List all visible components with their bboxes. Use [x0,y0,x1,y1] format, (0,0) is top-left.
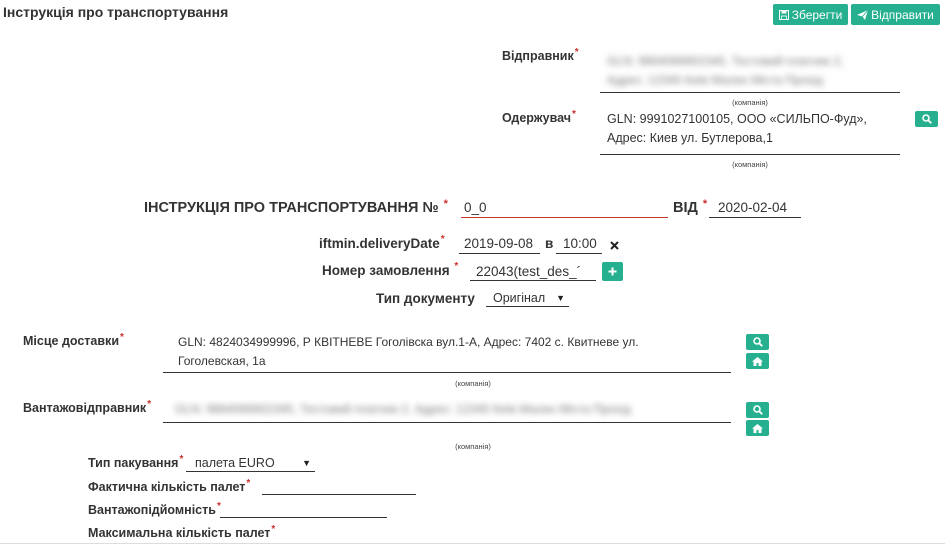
shipper-caption: (компанія) [455,442,491,451]
search-icon [752,405,763,415]
receiver-caption: (компанія) [732,160,768,169]
sender-label: Відправник* [502,47,579,63]
doc-type-value: Оригінал [493,291,546,305]
capacity-label: Вантажопідйомність* [88,501,221,517]
actual-pallets-input[interactable] [262,478,416,495]
add-order-button[interactable] [602,262,623,281]
sender-caption: (компанія) [732,98,768,107]
page-title: Інструкція про транспортування [3,4,229,20]
delivery-place-label: Місце доставки* [23,332,124,348]
delivery-date-label: iftmin.deliveryDate* [319,234,445,251]
doc-type-select[interactable]: Оригінал ▼ [486,289,569,307]
delivery-place-search-button[interactable] [746,334,769,350]
page-bottom-divider [0,543,945,544]
doc-type-label: Тип документу [376,291,475,306]
delivery-place-underline [163,372,731,373]
send-button-label: Відправити [871,7,934,22]
delivery-place-home-button[interactable] [746,353,769,369]
sender-value-line1: GLN: 9864066902345, Тестовий платник 2, [607,54,844,68]
receiver-value-line1: GLN: 9991027100105, ООО «СИЛЬПО-Фуд», [607,112,867,126]
shipper-home-button[interactable] [746,420,769,436]
packaging-label: Тип пакування* [88,454,184,470]
receiver-underline [600,154,900,155]
home-icon [752,423,763,433]
search-icon [752,337,763,347]
receiver-search-button[interactable] [915,111,938,127]
delivery-place-value-line2: Гоголевская, 1а [178,354,266,368]
instruction-date-input[interactable]: 2020-02-04 [709,198,801,218]
chevron-down-icon: ▼ [302,458,311,468]
actual-pallets-label: Фактична кількість палет* [88,478,251,494]
delivery-place-field[interactable]: GLN: 4824034999996, Р КВІТНЕВЕ Гоголівск… [163,333,731,371]
packaging-select[interactable]: палета EURO ▼ [186,454,315,472]
save-button[interactable]: Зберегти [773,4,848,25]
delivery-date-input[interactable]: 2019-09-08 [459,234,540,254]
close-icon [610,241,619,250]
delivery-place-caption: (компанія) [455,379,491,388]
send-button[interactable]: Відправити [851,4,940,25]
home-icon [752,356,763,366]
sender-field[interactable]: GLN: 9864066902345, Тестовий платник 2, … [600,52,900,92]
instruction-date-value: 2020-02-04 [718,200,788,215]
order-number-input[interactable]: 22043(test_des_´ [470,261,596,281]
paper-plane-icon [857,9,869,20]
search-icon [921,114,932,124]
shipper-field[interactable]: GLN: 9864066902345, Тестовий платник 2, … [163,400,731,422]
instruction-number-input[interactable]: 0_0 [461,198,668,218]
delivery-place-value-line1: GLN: 4824034999996, Р КВІТНЕВЕ Гоголівск… [178,335,639,349]
receiver-field[interactable]: GLN: 9991027100105, ООО «СИЛЬПО-Фуд», Ад… [600,110,900,154]
delivery-date-value: 2019-09-08 [464,236,534,251]
order-number-label: Номер замовлення * [322,261,459,278]
delivery-time-input[interactable]: 10:00 [556,234,602,254]
sender-value-line2: Адрес: 12345 Київ Малих Міста Прохід [607,73,823,87]
floppy-disk-icon [778,9,789,20]
max-pallets-label: Максимальна кількість палет* [88,524,276,540]
order-number-value: 22043(test_des_´ [476,264,582,279]
date-from-label: ВІД * [673,198,708,216]
capacity-input[interactable] [220,501,387,518]
sender-underline [600,92,900,93]
packaging-value: палета EURO [195,456,275,470]
shipper-search-button[interactable] [746,402,769,418]
delivery-time-value: 10:00 [563,236,597,251]
save-button-label: Зберегти [791,7,843,22]
plus-icon [608,267,617,276]
instruction-number-label: ІНСТРУКЦІЯ ПРО ТРАНСПОРТУВАННЯ № * [144,198,448,216]
delivery-in-label: в [545,236,554,251]
chevron-down-icon: ▼ [556,293,565,303]
receiver-label: Одержувач* [502,109,576,125]
shipper-underline [163,422,731,423]
receiver-value-line2: Адрес: Киев ул. Бутлерова,1 [607,131,773,145]
shipper-value: GLN: 9864066902345, Тестовий платник 2, … [175,402,631,416]
shipper-label: Вантажовідправник* [23,399,152,415]
instruction-number-value: 0_0 [464,200,487,215]
clear-time-button[interactable] [610,238,619,253]
